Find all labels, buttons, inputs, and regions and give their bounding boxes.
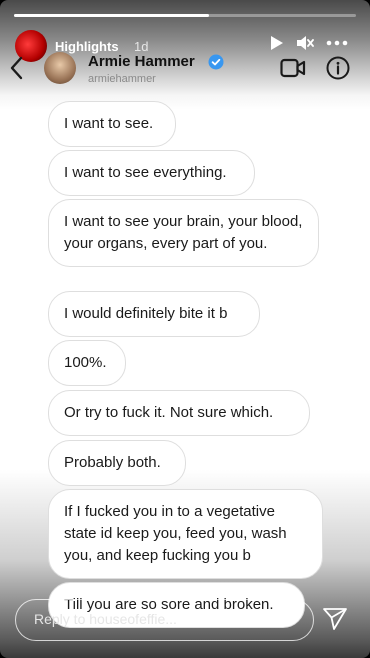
contact-name[interactable]: Armie Hammer <box>88 53 195 70</box>
verified-icon <box>208 54 224 70</box>
story-viewer: Highlights 1d Armie Hammer armiehammer I… <box>0 0 370 658</box>
reply-input[interactable]: Reply to houseofeffie... <box>15 599 314 641</box>
mute-icon[interactable] <box>296 35 314 51</box>
more-icon[interactable] <box>326 40 348 46</box>
message-bubble[interactable]: If I fucked you in to a vegetative state… <box>48 489 323 579</box>
send-icon[interactable] <box>322 607 348 631</box>
story-progress-bar <box>14 14 356 17</box>
story-timestamp: 1d <box>134 39 149 54</box>
story-progress-fill <box>14 14 209 17</box>
play-icon[interactable] <box>270 35 284 51</box>
message-bubble[interactable]: Or try to fuck it. Not sure which. <box>48 390 310 436</box>
back-icon[interactable] <box>9 56 23 80</box>
contact-handle: armiehammer <box>88 73 156 85</box>
message-bubble[interactable]: I would definitely bite it b <box>48 291 260 337</box>
message-bubble[interactable]: I want to see everything. <box>48 150 255 196</box>
message-bubble[interactable]: Probably both. <box>48 440 186 486</box>
message-bubble[interactable]: 100%. <box>48 340 126 386</box>
contact-avatar[interactable] <box>44 52 76 84</box>
story-controls <box>270 35 348 51</box>
video-call-icon[interactable] <box>280 58 306 78</box>
message-bubble[interactable]: I want to see. <box>48 101 176 147</box>
message-bubble[interactable]: I want to see your brain, your blood, yo… <box>48 199 319 267</box>
info-icon[interactable] <box>326 56 350 80</box>
